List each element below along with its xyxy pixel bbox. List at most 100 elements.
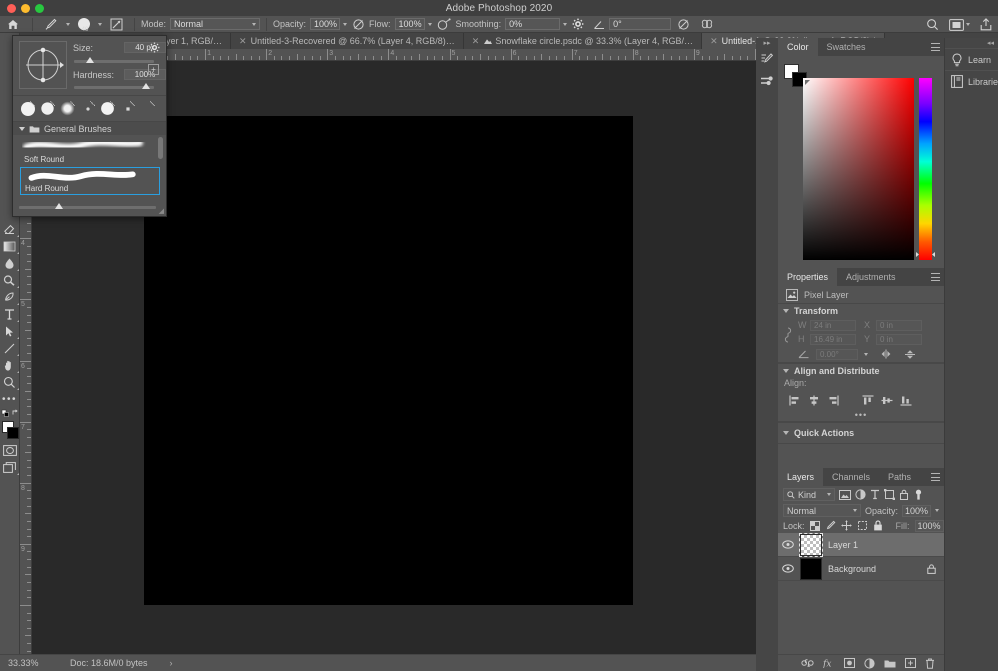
- brush-preset-hard-round[interactable]: Hard Round: [20, 167, 160, 195]
- brush-tip-soft-round[interactable]: [58, 99, 77, 119]
- gradient-tool-icon[interactable]: [0, 238, 20, 255]
- share-icon[interactable]: [980, 18, 992, 31]
- link-layers-icon[interactable]: [801, 659, 814, 667]
- brush-preset-picker-popup[interactable]: Size: 40 px Hardness: 100% + General Bru…: [12, 35, 167, 217]
- airbrush-icon[interactable]: [432, 16, 456, 33]
- blend-mode-select[interactable]: Normal: [783, 504, 861, 517]
- brush-tip-small-2[interactable]: [118, 99, 137, 119]
- close-tab-icon[interactable]: ✕: [472, 36, 480, 47]
- brush-settings-icon[interactable]: [756, 48, 778, 70]
- pressure-opacity-icon[interactable]: [347, 16, 369, 33]
- new-layer-icon[interactable]: [905, 658, 916, 668]
- align-bottom-icon[interactable]: [897, 392, 914, 408]
- brush-tip-hard-round-1[interactable]: [18, 99, 37, 119]
- brush-settings-panel-icon[interactable]: [104, 16, 128, 33]
- zoom-level-field[interactable]: 33.33%: [0, 658, 60, 668]
- close-tab-icon[interactable]: ✕: [710, 36, 718, 47]
- default-colors-swap-row[interactable]: [0, 408, 20, 418]
- delete-layer-icon[interactable]: [925, 658, 935, 669]
- opacity-field[interactable]: 100%: [901, 504, 931, 517]
- tab-channels[interactable]: Channels: [823, 468, 880, 486]
- rail-item-libraries[interactable]: Libraries: [945, 70, 998, 92]
- screen-mode-icon[interactable]: [0, 459, 20, 476]
- more-options-icon[interactable]: •••: [778, 410, 944, 421]
- lock-artboard-icon[interactable]: [857, 520, 868, 531]
- more-tools-icon[interactable]: •••: [0, 391, 20, 408]
- close-tab-icon[interactable]: ✕: [239, 36, 247, 47]
- brush-tip-empty[interactable]: [138, 99, 157, 119]
- layer-row-background[interactable]: Background: [778, 557, 944, 581]
- align-top-icon[interactable]: [859, 392, 876, 408]
- gear-icon[interactable]: [149, 42, 160, 53]
- search-icon[interactable]: [926, 18, 939, 31]
- tab-paths[interactable]: Paths: [879, 468, 921, 486]
- filter-smart-object-icon[interactable]: [899, 489, 909, 500]
- tab-layers[interactable]: Layers: [778, 468, 824, 486]
- pen-tool-icon[interactable]: [0, 289, 20, 306]
- flip-vertical-icon[interactable]: [904, 349, 916, 360]
- w-field[interactable]: 24 in: [810, 319, 856, 331]
- blur-tool-icon[interactable]: [0, 255, 20, 272]
- new-adjustment-layer-icon[interactable]: [864, 657, 875, 669]
- transform-section-header[interactable]: Transform: [778, 304, 944, 318]
- layer-visibility-toggle[interactable]: [782, 564, 794, 573]
- layer-row-layer-1[interactable]: Layer 1: [778, 532, 944, 557]
- lock-position-icon[interactable]: [840, 520, 852, 531]
- flow-control[interactable]: Flow: 100%: [369, 16, 432, 33]
- home-icon[interactable]: [0, 16, 26, 33]
- x-field[interactable]: 0 in: [876, 319, 922, 331]
- chevron-down-icon[interactable]: [783, 309, 789, 313]
- filter-type-icon[interactable]: [870, 489, 880, 500]
- align-left-icon[interactable]: [786, 392, 803, 408]
- new-group-icon[interactable]: [884, 659, 896, 668]
- brush-preset-dropdown[interactable]: [96, 16, 104, 33]
- layer-style-fx-icon[interactable]: fx: [823, 658, 835, 668]
- path-selection-tool-icon[interactable]: [0, 323, 20, 340]
- brush-angle-icon[interactable]: [589, 16, 609, 33]
- flip-horizontal-icon[interactable]: [880, 349, 892, 359]
- brush-angle-field[interactable]: 0°: [609, 16, 672, 33]
- chevron-down-icon[interactable]: [966, 23, 970, 26]
- new-preset-icon[interactable]: +: [148, 64, 159, 75]
- quick-actions-section-header[interactable]: Quick Actions: [778, 423, 944, 443]
- tab-properties[interactable]: Properties: [778, 268, 838, 286]
- document-tab[interactable]: ✕ Snowflake circle.psdc @ 33.3% (Layer 4…: [463, 33, 703, 49]
- filter-shape-icon[interactable]: [884, 489, 895, 500]
- hardness-slider-handle[interactable]: [142, 83, 150, 89]
- brush-tip-preview[interactable]: [19, 41, 67, 89]
- dodge-tool-icon[interactable]: [0, 272, 20, 289]
- y-field[interactable]: 0 in: [876, 333, 922, 345]
- hardness-field[interactable]: 100%: [124, 69, 166, 80]
- brush-tip-hard-round-2[interactable]: [38, 99, 57, 119]
- pressure-size-icon[interactable]: [671, 16, 695, 33]
- brush-tool-icon[interactable]: [39, 16, 61, 33]
- zoom-tool-icon[interactable]: [0, 374, 20, 391]
- lock-all-icon[interactable]: [873, 520, 883, 531]
- angle-field[interactable]: 0.00°: [816, 348, 858, 360]
- rail-item-learn[interactable]: Learn: [945, 48, 998, 70]
- color-gradient-field[interactable]: [803, 78, 914, 260]
- brush-tip-small-1[interactable]: [78, 99, 97, 119]
- hue-slider-marker[interactable]: [916, 252, 935, 257]
- document-canvas[interactable]: [144, 116, 633, 605]
- layer-thumbnail[interactable]: [800, 557, 822, 580]
- lock-image-pixels-icon[interactable]: [825, 520, 836, 531]
- symmetry-butterfly-icon[interactable]: [695, 16, 719, 33]
- line-tool-icon[interactable]: [0, 340, 20, 357]
- fill-field[interactable]: 100%: [914, 519, 944, 532]
- lock-transparent-pixels-icon[interactable]: [809, 520, 820, 531]
- filter-pixel-icon[interactable]: [839, 489, 851, 500]
- align-right-icon[interactable]: [824, 392, 841, 408]
- hue-slider[interactable]: [919, 78, 932, 260]
- angle-dropdown-icon[interactable]: [864, 352, 868, 356]
- type-tool-icon[interactable]: [0, 306, 20, 323]
- layer-name[interactable]: Layer 1: [828, 540, 944, 550]
- panel-menu-icon[interactable]: [931, 43, 940, 51]
- brushes-panel-icon[interactable]: [756, 70, 778, 92]
- status-expand-arrow[interactable]: ›: [170, 658, 173, 668]
- h-field[interactable]: 16.49 in: [810, 333, 856, 345]
- align-center-horizontal-icon[interactable]: [805, 392, 822, 408]
- color-swatches[interactable]: [0, 420, 20, 442]
- size-slider-handle[interactable]: [86, 57, 94, 63]
- tab-swatches[interactable]: Swatches: [817, 38, 875, 56]
